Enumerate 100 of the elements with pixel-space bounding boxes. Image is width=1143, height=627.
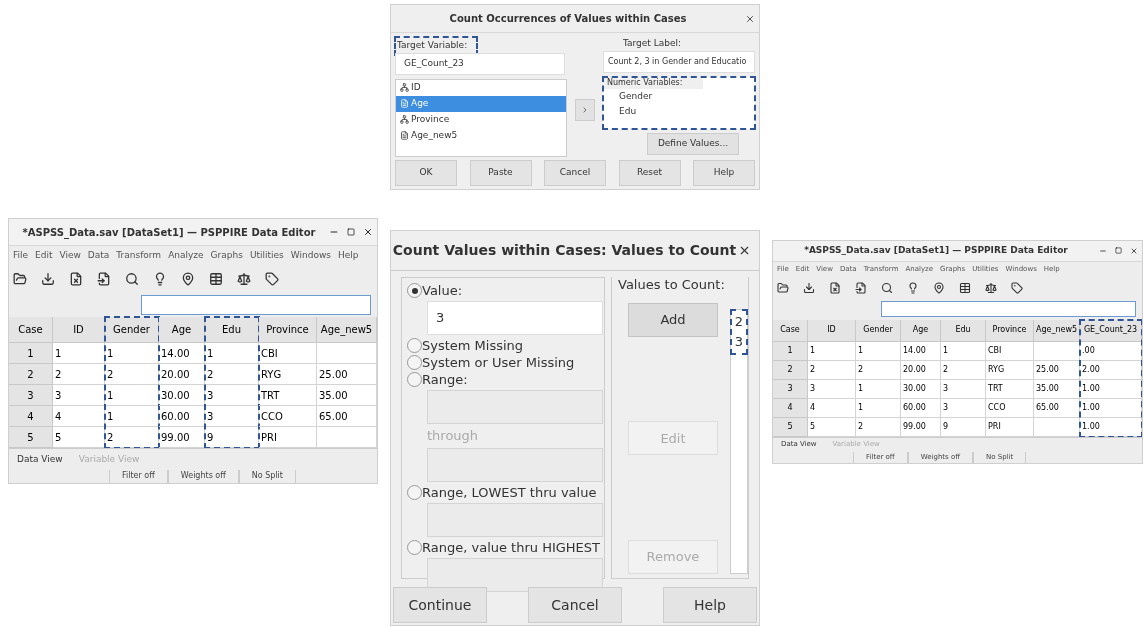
column-header: ID	[53, 317, 105, 344]
list-button[interactable]: Add	[628, 302, 718, 337]
row-header[interactable]: 5	[9, 427, 53, 449]
dialog-button[interactable]: Cancel	[544, 159, 606, 186]
menu-item[interactable]: File	[13, 248, 29, 263]
list-item[interactable]: 3	[731, 331, 747, 352]
tag-icon[interactable]	[1011, 281, 1023, 294]
maximize-icon[interactable]	[1115, 247, 1122, 255]
menu-item[interactable]: Edit	[35, 248, 53, 263]
dialog-button[interactable]: Cancel	[528, 587, 622, 623]
menu-item[interactable]: Windows	[290, 248, 331, 263]
bulb-icon[interactable]	[907, 281, 919, 294]
input-field[interactable]	[427, 503, 603, 537]
close-icon[interactable]	[1130, 246, 1138, 255]
table-cell: 2.00	[1080, 360, 1142, 380]
pin-icon[interactable]	[933, 281, 945, 294]
radio-button[interactable]	[407, 372, 422, 387]
table-cell: 35.00	[1034, 379, 1080, 399]
dialog-button[interactable]: Paste	[469, 159, 532, 186]
table-icon[interactable]	[959, 281, 971, 294]
dialog-button[interactable]: Reset	[618, 159, 681, 186]
menu-item[interactable]: Transform	[116, 248, 162, 263]
table-cell: 65.00	[317, 406, 377, 428]
radio-button[interactable]	[407, 338, 422, 353]
radio-button[interactable]	[407, 485, 422, 500]
dialog-button[interactable]: OK	[395, 159, 457, 186]
file-x-icon[interactable]	[69, 271, 83, 286]
menu-item[interactable]: Data	[87, 248, 110, 263]
table-cell: .00	[1080, 341, 1142, 361]
row-header[interactable]: 2	[9, 364, 53, 386]
file-input-icon[interactable]	[855, 281, 867, 294]
radio-button[interactable]	[407, 283, 422, 298]
table-cell: 3	[941, 398, 986, 418]
list-item[interactable]: ID	[396, 79, 566, 96]
dialog-button[interactable]: Help	[693, 159, 755, 186]
dialog-button[interactable]: Help	[663, 587, 757, 623]
table-cell: 4	[53, 406, 105, 428]
close-icon[interactable]	[363, 227, 373, 237]
maximize-icon[interactable]	[347, 228, 355, 236]
table-cell: 99.00	[901, 417, 941, 437]
search-icon[interactable]	[125, 271, 139, 286]
menu-item[interactable]: Graphs	[210, 248, 243, 263]
table-cell: RYG	[986, 360, 1034, 380]
column-header: Age_new5	[1034, 319, 1080, 342]
input-field[interactable]: GE_Count_23	[395, 52, 565, 75]
list-item[interactable]: Age_new5	[396, 127, 566, 144]
table-cell: 25.00	[317, 364, 377, 386]
row-header[interactable]: 1	[9, 343, 53, 365]
close-icon[interactable]	[745, 13, 755, 24]
field-label: Target Label:	[622, 37, 683, 50]
list-item[interactable]: 2	[731, 311, 747, 332]
menu-item[interactable]: Analyze	[168, 248, 204, 263]
table-cell: 20.00	[901, 360, 941, 380]
menu-item[interactable]: Help	[337, 248, 359, 263]
bulb-icon[interactable]	[153, 271, 167, 286]
row-header[interactable]: 3	[9, 385, 53, 407]
search-icon[interactable]	[881, 281, 893, 294]
scale-icon[interactable]	[985, 281, 997, 294]
table-cell: RYG	[259, 364, 317, 386]
table-cell: TRT	[259, 385, 317, 407]
dialog-button[interactable]: Continue	[393, 587, 487, 623]
table-icon[interactable]	[209, 271, 223, 286]
table-cell: 14.00	[901, 341, 941, 361]
radio-button[interactable]	[407, 355, 422, 370]
file-x-icon[interactable]	[829, 281, 841, 294]
table-cell: 3	[205, 385, 259, 407]
define-values-button[interactable]: Define Values...	[647, 132, 739, 155]
list-item[interactable]: Edu	[603, 103, 755, 119]
file-input-icon[interactable]	[97, 271, 111, 286]
row-header[interactable]: 4	[9, 406, 53, 428]
input-field[interactable]	[427, 390, 603, 424]
input-field[interactable]	[141, 294, 371, 315]
table-cell: 2	[856, 417, 901, 437]
list-item[interactable]: Province	[396, 111, 566, 128]
folder-icon[interactable]	[13, 271, 27, 286]
download-icon[interactable]	[41, 271, 55, 286]
scale-icon[interactable]	[237, 271, 251, 286]
table-cell: 1	[856, 341, 901, 361]
table-cell: 2	[105, 427, 159, 449]
folder-icon[interactable]	[777, 281, 789, 294]
download-icon[interactable]	[803, 281, 815, 294]
column-header: ID	[808, 319, 856, 342]
menu-item[interactable]: View	[59, 248, 81, 263]
input-field[interactable]	[427, 558, 603, 592]
input-field[interactable]	[881, 301, 1136, 318]
status-item: Weights off	[167, 469, 239, 483]
table-cell: 1	[105, 385, 159, 407]
radio-button[interactable]	[407, 540, 422, 555]
list-item[interactable]: Gender	[603, 88, 755, 104]
input-field[interactable]: Count 2, 3 in Gender and Educatio	[603, 50, 755, 73]
table-cell: 1	[856, 379, 901, 399]
column-header: Gender	[105, 317, 159, 344]
status-item: No Split	[238, 469, 296, 483]
tag-icon[interactable]	[265, 271, 279, 286]
pin-icon[interactable]	[181, 271, 195, 286]
tab[interactable]: Data View	[17, 452, 63, 467]
input-field[interactable]	[427, 448, 603, 482]
menu-item[interactable]: Utilities	[249, 248, 284, 263]
value-field[interactable]: 3	[427, 301, 603, 335]
close-icon[interactable]	[738, 244, 751, 257]
